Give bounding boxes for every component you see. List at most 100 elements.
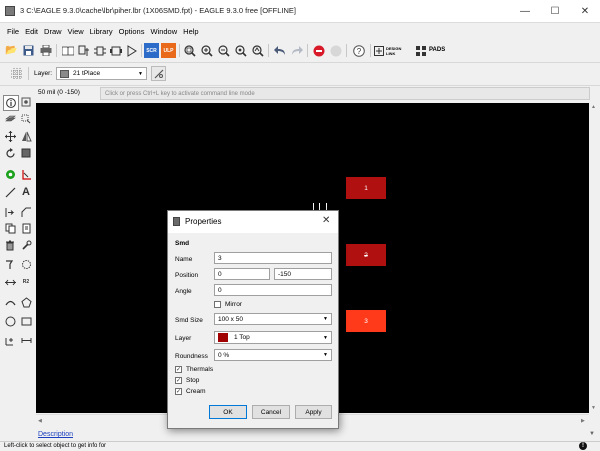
description-link[interactable]: Description (38, 431, 73, 438)
open-library-icon[interactable] (60, 43, 75, 58)
menu-help[interactable]: Help (180, 27, 201, 36)
rotate-icon[interactable] (3, 146, 17, 160)
info-icon[interactable] (3, 95, 19, 111)
vertical-scrollbar[interactable]: ▲ ▼ (589, 103, 600, 414)
redo-icon[interactable] (289, 43, 304, 58)
move-icon[interactable] (3, 129, 17, 143)
origin-icon[interactable] (3, 333, 17, 347)
arc-icon[interactable] (3, 295, 17, 309)
scroll-up-icon[interactable]: ▲ (591, 104, 596, 110)
position-y-field[interactable]: -150 (274, 268, 332, 280)
design-link-button[interactable]: DESIGN LINK (386, 46, 410, 56)
cancel-button[interactable]: Cancel (252, 405, 290, 419)
smd-pad[interactable]: 2 (346, 244, 386, 266)
print-icon[interactable] (38, 43, 53, 58)
paste-icon[interactable] (19, 167, 33, 181)
smd-pad-selected[interactable]: 3 (346, 310, 386, 332)
layer-select[interactable]: 21 tPlace ▼ (56, 67, 147, 80)
ulp-button[interactable]: ULP (161, 43, 176, 58)
mark-icon[interactable] (19, 112, 33, 126)
ok-button[interactable]: OK (209, 405, 247, 419)
window-title: 3 C:\EAGLE 9.3.0\cache\lbr\piher.lbr (1X… (20, 6, 296, 15)
menu-window[interactable]: Window (147, 27, 180, 36)
schematic-icon[interactable] (76, 43, 91, 58)
position-x-field[interactable]: 0 (214, 268, 270, 280)
cut-icon[interactable] (19, 221, 33, 235)
minimize-button[interactable]: — (510, 0, 540, 22)
status-text: Left-click to select object to get info … (4, 443, 107, 449)
collapse-icon[interactable]: ▼ (589, 431, 595, 437)
roundness-field[interactable]: 0 % ▼ (214, 349, 332, 361)
design-link-icon[interactable] (374, 46, 384, 56)
save-icon[interactable] (21, 43, 36, 58)
mirror-icon[interactable] (19, 129, 33, 143)
scroll-down-icon[interactable]: ▼ (591, 405, 596, 411)
slice-icon[interactable] (3, 275, 17, 289)
zoom-out-icon[interactable] (216, 43, 231, 58)
stop-icon[interactable] (311, 43, 326, 58)
layer-toolbar: Layer: 21 tPlace ▼ (0, 63, 600, 86)
scroll-left-icon[interactable]: ◀ (38, 418, 42, 424)
menu-options[interactable]: Options (116, 27, 148, 36)
show-icon[interactable] (19, 95, 33, 109)
pads-button[interactable]: PADS (429, 47, 445, 53)
rectangle-icon[interactable] (19, 314, 33, 328)
mirror-checkbox[interactable] (214, 301, 221, 308)
wrench-icon[interactable] (19, 238, 33, 252)
dimension-icon[interactable]: R2 (19, 275, 33, 289)
menu-file[interactable]: File (4, 27, 22, 36)
circle-icon[interactable] (3, 314, 17, 328)
stop-checkbox[interactable]: ✓ (175, 377, 182, 384)
command-bar: 50 mil (0 -150) Click or press Ctrl+L ke… (34, 87, 600, 101)
optimize-icon[interactable] (3, 257, 17, 271)
symbol-icon[interactable] (92, 43, 107, 58)
line-icon[interactable] (3, 185, 17, 199)
layer-dropdown[interactable]: 1 Top ▼ (214, 331, 332, 344)
package-icon[interactable] (108, 43, 123, 58)
menu-view[interactable]: View (65, 27, 87, 36)
dialog-close-icon[interactable]: ✕ (322, 215, 330, 226)
miter-icon[interactable] (19, 205, 33, 219)
smd-size-select[interactable]: 100 x 50 ▼ (214, 313, 332, 325)
zoom-in-icon[interactable] (199, 43, 214, 58)
delete-icon[interactable] (3, 238, 17, 252)
help-icon[interactable]: ? (351, 43, 366, 58)
command-line-input[interactable]: Click or press Ctrl+L key to activate co… (100, 87, 590, 100)
menu-draw[interactable]: Draw (41, 27, 65, 36)
cream-checkbox[interactable]: ✓ (175, 388, 182, 395)
pads-icon[interactable] (416, 46, 426, 56)
menu-edit[interactable]: Edit (22, 27, 41, 36)
group-icon[interactable] (19, 146, 33, 160)
text-icon[interactable]: A (19, 185, 33, 199)
open-icon[interactable]: 📂 (4, 43, 19, 58)
thermals-checkbox[interactable]: ✓ (175, 366, 182, 373)
smd-pad[interactable]: 1 (346, 177, 386, 199)
angle-field[interactable]: 0 (214, 284, 332, 296)
close-window-button[interactable]: ✕ (570, 0, 600, 22)
split-icon[interactable] (3, 205, 17, 219)
name-field[interactable]: 3 (214, 252, 332, 264)
zoom-last-icon[interactable] (250, 43, 265, 58)
go-icon[interactable] (328, 43, 343, 58)
mirror-label: Mirror (225, 301, 242, 308)
undo-icon[interactable] (272, 43, 287, 58)
layer-settings-icon[interactable] (151, 66, 166, 81)
copy-icon[interactable] (3, 221, 17, 235)
grid-icon[interactable] (9, 66, 24, 81)
maximize-button[interactable]: ☐ (540, 0, 570, 22)
alert-icon[interactable]: ! (579, 442, 587, 450)
measure-icon[interactable] (19, 333, 33, 347)
menu-library[interactable]: Library (87, 27, 116, 36)
display-icon[interactable] (3, 112, 17, 126)
polygon-icon[interactable] (19, 295, 33, 309)
dialog-icon (173, 217, 180, 226)
ripup-icon[interactable] (19, 257, 33, 271)
zoom-select-icon[interactable] (233, 43, 248, 58)
scroll-right-icon[interactable]: ▶ (581, 418, 585, 424)
apply-button[interactable]: Apply (295, 405, 332, 419)
change-icon[interactable] (3, 167, 17, 181)
device-icon[interactable] (124, 43, 139, 58)
zoom-fit-icon[interactable] (182, 43, 197, 58)
script-button[interactable]: SCR (144, 43, 159, 58)
smd-size-label: Smd Size (175, 317, 203, 324)
